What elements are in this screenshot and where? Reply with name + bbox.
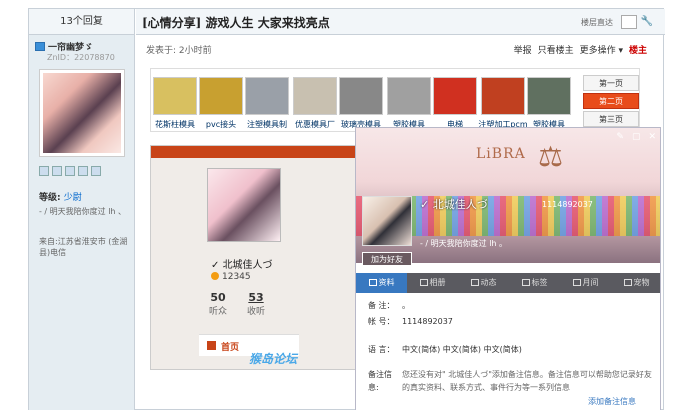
author-avatar[interactable] [39,69,125,157]
owner-badge: 楼主 [628,46,647,56]
profile-icon [368,279,377,286]
card-avatar[interactable] [362,196,412,246]
embed-name: ✓ 北城佳人づ [211,260,273,271]
card-signature: - / 明天我陪你度过 lh 。 [420,239,508,248]
card-qq-id: 1114892037 [542,200,593,209]
report-link[interactable]: 举报 [514,43,532,56]
gallery-thumb-label[interactable]: 注塑模具制 [242,119,292,130]
profile-icon[interactable] [65,166,75,176]
gallery-thumb[interactable] [153,77,197,115]
add-friend-icon[interactable] [52,166,62,176]
album-icon[interactable] [78,166,88,176]
gallery-thumb[interactable] [387,77,431,115]
gallery-pager: 第一页 第二页 第三页 [583,75,639,129]
author-zid: ZnID：22078870 [47,53,115,62]
pager-page-3[interactable]: 第三页 [583,111,639,127]
card-controls: ✎ ▢ ✕ [616,132,656,142]
level-link[interactable]: 少尉 [64,193,82,203]
gallery-thumb[interactable] [199,77,243,115]
author-signature: - / 明天我陪你度过 lh 、 [39,207,127,216]
feed-icon [470,279,479,286]
post-ops: 举报 只看楼主 更多操作 ▾ 楼主 [514,43,647,56]
libra-text: LiBRA [476,146,526,162]
tab-profile[interactable]: 资料 [356,273,407,293]
image-gallery: 花斯柱模具 pvc接头 注塑模具制 优惠模具厂 玻璃壳模具 塑胶模具 电梯 注塑加工pcm 塑胶… [150,68,640,132]
card-header: LiBRA ⚖ ✎ ▢ ✕ ✓ 北城佳人づ 1114892037 - / 明天我… [356,128,660,266]
album-icon [419,279,428,286]
watermark: 猴岛论坛 [249,352,298,366]
edit-icon[interactable]: ✎ [616,132,624,142]
post-main: [心情分享] 游戏人生 大家来找亮点 楼层直达 🔧 发表于: 2小时前 举报 只… [136,9,665,410]
add-note-link[interactable]: 添加备注信息 [588,396,636,407]
profile-card-popup: LiBRA ⚖ ✎ ▢ ✕ ✓ 北城佳人づ 1114892037 - / 明天我… [355,127,661,410]
pager-page-2[interactable]: 第二页 [583,93,639,109]
post-meta: 发表于: 2小时前 [146,46,212,56]
tab-tags[interactable]: 标签 [509,273,560,293]
author-location: 来自:江苏省淮安市 (金湖县)电信 [39,237,128,257]
scale-icon: ⚖ [538,140,564,173]
remark-row: 备 注：。 [368,301,410,310]
stat-following: 53 收听 [247,291,266,317]
add-friend-button[interactable]: 加为好友 [362,252,412,266]
message-icon[interactable] [39,166,49,176]
gallery-thumb[interactable] [481,77,525,115]
embed-qq: 12345 [211,272,251,282]
tab-monthly[interactable]: 月间 [560,273,611,293]
only-owner-link[interactable]: 只看楼主 [538,43,574,56]
author-actions [39,166,101,176]
gallery-thumb-label[interactable]: 花斯柱模具 [150,119,200,130]
close-icon[interactable]: ✕ [648,132,656,142]
post-title-bar: [心情分享] 游戏人生 大家来找亮点 楼层直达 🔧 [136,9,665,35]
reply-count: 13个回复 [29,9,134,35]
author-level: 等级: 少尉 [39,193,82,203]
forum-post-page: 13个回复 一帘幽梦ゞ ZnID：22078870 等级: 少尉 - / 明天我… [28,8,665,410]
home-icon [207,341,216,350]
tab-album[interactable]: 相册 [407,273,458,293]
account-row: 帐 号： 1114892037 [368,317,453,326]
note-row: 备注信息:您还没有对" 北城佳人づ"添加备注信息。备注信息可以帮助您记录好友的真… [368,370,652,392]
user-icon [35,42,45,51]
card-name: ✓ 北城佳人づ [420,198,488,211]
gallery-thumb-label[interactable]: pvc接头 [196,119,246,130]
pager-page-1[interactable]: 第一页 [583,75,639,91]
gallery-thumb-label[interactable]: 优惠模具厂 [290,119,340,130]
gallery-thumb[interactable] [527,77,571,115]
share-icon[interactable] [91,166,101,176]
tag-icon [521,279,530,286]
minimize-icon[interactable]: ▢ [632,132,641,142]
calendar-icon [572,279,581,286]
embed-avatar [207,168,281,242]
gallery-thumb[interactable] [433,77,477,115]
gallery-thumb[interactable] [293,77,337,115]
gallery-thumb[interactable] [339,77,383,115]
pet-icon [623,279,632,286]
tab-feed[interactable]: 动态 [458,273,509,293]
wrench-icon[interactable]: 🔧 [641,16,653,27]
tab-pets[interactable]: 宠物 [611,273,660,293]
stat-listeners: 50 听众 [209,291,228,317]
jump-floor-input[interactable] [621,15,637,29]
jump-floor-label: 楼层直达 [581,18,613,27]
more-ops-menu[interactable]: 更多操作 ▾ [580,43,623,56]
gallery-thumb[interactable] [245,77,289,115]
language-row: 语 言： 中文(简体) 中文(简体) 中文(简体) [368,345,522,354]
card-tabs: 资料 相册 动态 标签 月间 宠物 [356,273,660,293]
post-title: [心情分享] 游戏人生 大家来找亮点 [142,16,330,30]
coin-icon [211,272,219,280]
author-sidebar: 13个回复 一帘幽梦ゞ ZnID：22078870 等级: 少尉 - / 明天我… [29,9,135,410]
